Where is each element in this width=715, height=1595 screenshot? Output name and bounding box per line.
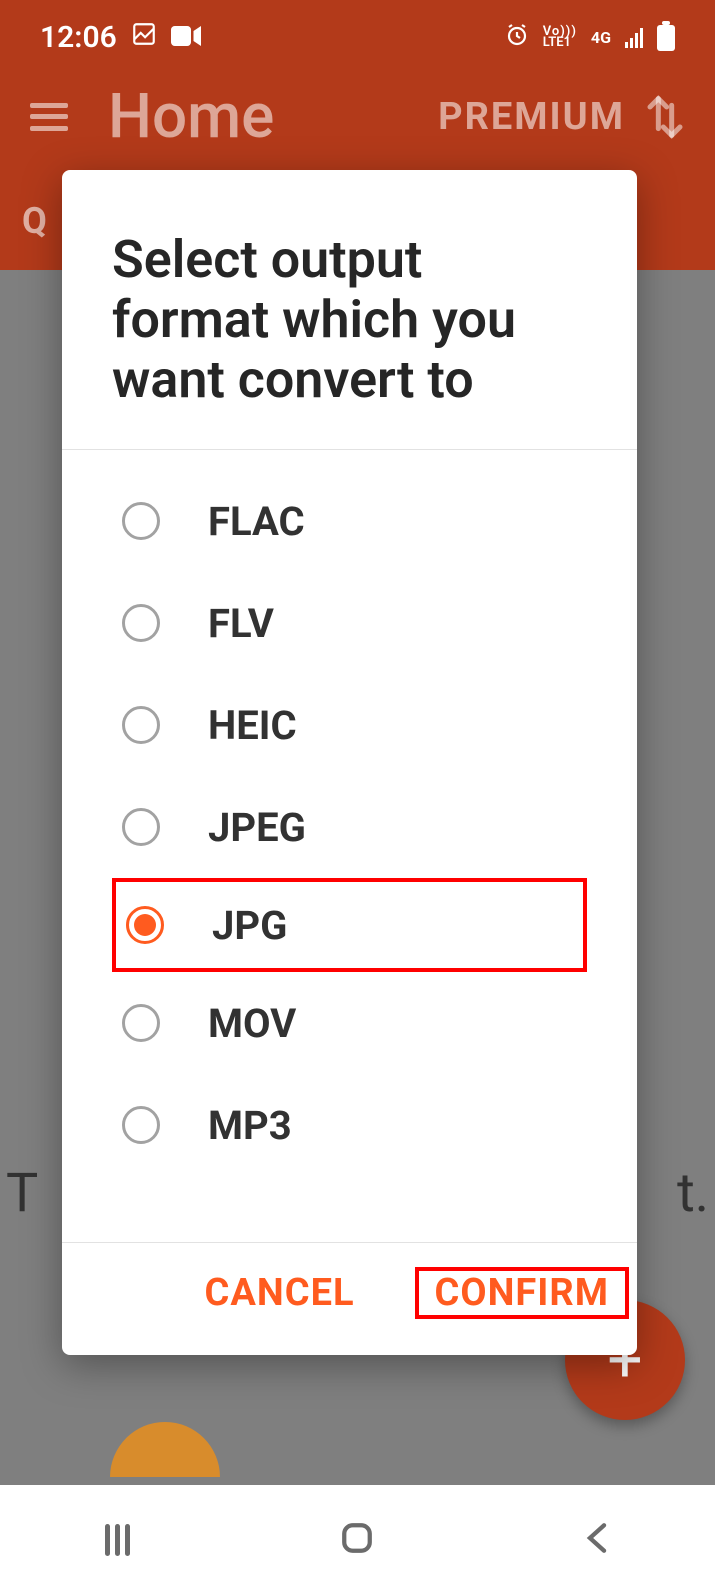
video-icon bbox=[171, 20, 201, 55]
signal-icon bbox=[625, 28, 643, 48]
bg-right-text: t. bbox=[677, 1162, 709, 1225]
format-option-mov[interactable]: MOV bbox=[62, 972, 637, 1074]
format-option-label: FLV bbox=[208, 600, 274, 647]
radio-icon bbox=[122, 808, 160, 846]
status-bar: 12:06 Vo))) LTE1 4G bbox=[0, 20, 715, 55]
format-option-label: FLAC bbox=[208, 498, 305, 545]
volte-indicator: Vo))) LTE1 bbox=[543, 27, 577, 48]
alarm-icon bbox=[505, 23, 529, 53]
radio-icon bbox=[122, 502, 160, 540]
format-option-label: HEIC bbox=[208, 702, 297, 749]
dialog-actions: CANCEL CONFIRM bbox=[62, 1242, 637, 1355]
page-title: Home bbox=[108, 80, 274, 153]
format-option-list: FLAC FLV HEIC JPEG JPG MOV MP3 bbox=[62, 449, 637, 1242]
bg-left-text: T bbox=[6, 1162, 38, 1225]
format-option-label: JPG bbox=[212, 902, 287, 949]
cancel-button[interactable]: CANCEL bbox=[189, 1257, 371, 1329]
format-option-jpg[interactable]: JPG bbox=[112, 878, 587, 972]
sync-icon[interactable] bbox=[645, 92, 685, 142]
recents-button[interactable] bbox=[105, 1524, 130, 1556]
format-option-flac[interactable]: FLAC bbox=[62, 470, 637, 572]
format-option-label: MP3 bbox=[208, 1102, 292, 1149]
format-dialog: Select output format which you want conv… bbox=[62, 170, 637, 1355]
confirm-highlight: CONFIRM bbox=[415, 1267, 629, 1319]
format-option-flv[interactable]: FLV bbox=[62, 572, 637, 674]
format-option-label: MOV bbox=[208, 1000, 296, 1047]
format-option-heic[interactable]: HEIC bbox=[62, 674, 637, 776]
status-time: 12:06 bbox=[40, 20, 117, 55]
back-button[interactable] bbox=[584, 1521, 610, 1559]
radio-icon bbox=[122, 604, 160, 642]
format-option-mp3[interactable]: MP3 bbox=[62, 1074, 637, 1176]
dialog-title: Select output format which you want conv… bbox=[62, 170, 637, 449]
tab-fragment: Q bbox=[22, 200, 49, 242]
format-option-jpeg[interactable]: JPEG bbox=[62, 776, 637, 878]
home-button[interactable] bbox=[340, 1521, 374, 1559]
menu-icon[interactable] bbox=[30, 103, 68, 131]
confirm-button[interactable]: CONFIRM bbox=[419, 1257, 625, 1329]
radio-icon bbox=[122, 1106, 160, 1144]
battery-icon bbox=[657, 25, 675, 51]
image-icon bbox=[131, 20, 157, 55]
format-option-label: JPEG bbox=[208, 804, 306, 851]
radio-icon bbox=[126, 906, 164, 944]
system-navbar bbox=[0, 1485, 715, 1595]
decorative-shape bbox=[110, 1422, 220, 1477]
network-type: 4G bbox=[591, 28, 611, 47]
premium-button[interactable]: PREMIUM bbox=[438, 95, 625, 139]
radio-icon bbox=[122, 1004, 160, 1042]
toolbar: Home PREMIUM bbox=[0, 80, 715, 153]
radio-icon bbox=[122, 706, 160, 744]
